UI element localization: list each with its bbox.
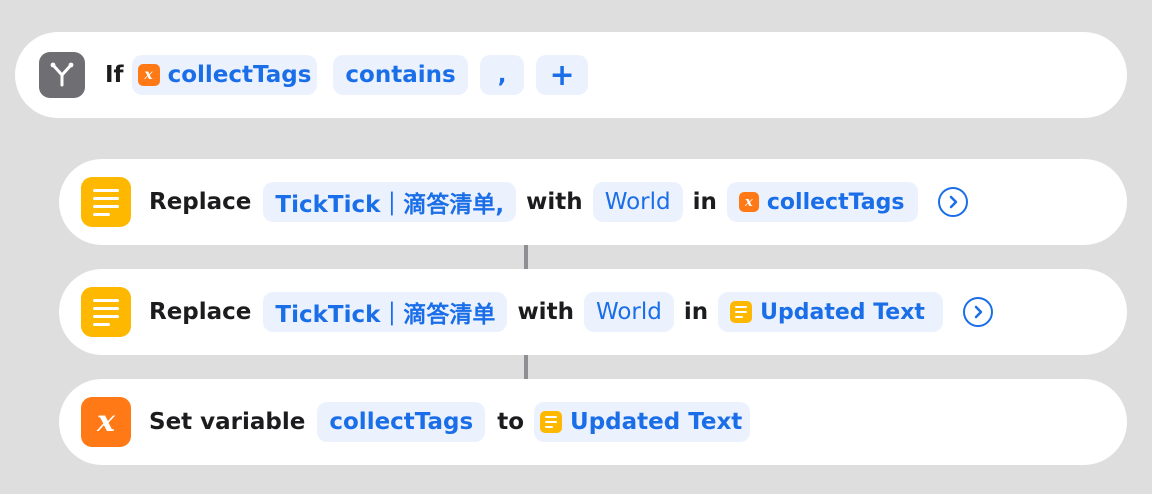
if-keyword: If — [105, 62, 124, 88]
branch-icon — [39, 52, 85, 98]
with-keyword: with — [526, 189, 583, 215]
target-text-label: Updated Text — [760, 299, 925, 325]
connector-line — [524, 245, 528, 269]
set-variable-keyword: Set variable — [149, 409, 306, 435]
variable-x-icon: x — [738, 192, 759, 212]
target-variable-label: collectTags — [766, 189, 905, 215]
replacement-token[interactable]: World — [583, 292, 674, 332]
replace-keyword: Replace — [149, 299, 252, 325]
text-lines-icon — [81, 287, 131, 337]
variable-x-icon: x — [81, 397, 131, 447]
replace-action-card-1[interactable]: Replace TickTick｜滴答清单, with World in x c… — [59, 159, 1127, 245]
if-variable-label: collectTags — [167, 62, 312, 88]
add-condition-button[interactable]: + — [536, 55, 588, 95]
in-keyword: in — [692, 189, 717, 215]
if-variable-token[interactable]: x collectTags — [131, 55, 318, 95]
if-value-token[interactable]: , — [479, 55, 525, 95]
chevron-right-circle-icon[interactable] — [938, 187, 969, 217]
if-condition-token[interactable]: contains — [333, 55, 468, 95]
if-action-card[interactable]: If x collectTags contains , + — [15, 32, 1127, 118]
target-variable-token[interactable]: x collectTags — [726, 182, 919, 222]
text-lines-icon — [540, 411, 563, 433]
with-keyword: with — [517, 299, 574, 325]
set-variable-action-card[interactable]: x Set variable collectTags to Updated Te… — [59, 379, 1127, 465]
value-text-label: Updated Text — [570, 409, 743, 435]
find-text-token[interactable]: TickTick｜滴答清单, — [263, 182, 517, 222]
replace-action-card-2[interactable]: Replace TickTick｜滴答清单 with World in Upda… — [59, 269, 1127, 355]
text-lines-icon — [730, 301, 753, 323]
in-keyword: in — [683, 299, 709, 325]
value-text-token[interactable]: Updated Text — [534, 402, 751, 442]
variable-x-icon: x — [137, 64, 160, 86]
chevron-right-circle-icon[interactable] — [962, 297, 993, 327]
connector-line — [524, 355, 528, 379]
text-lines-icon — [81, 177, 131, 227]
target-text-token[interactable]: Updated Text — [718, 292, 943, 332]
find-text-token[interactable]: TickTick｜滴答清单 — [263, 292, 508, 332]
variable-name-token[interactable]: collectTags — [317, 402, 486, 442]
replacement-token[interactable]: World — [592, 182, 683, 222]
replace-keyword: Replace — [149, 189, 252, 215]
to-keyword: to — [497, 409, 525, 435]
